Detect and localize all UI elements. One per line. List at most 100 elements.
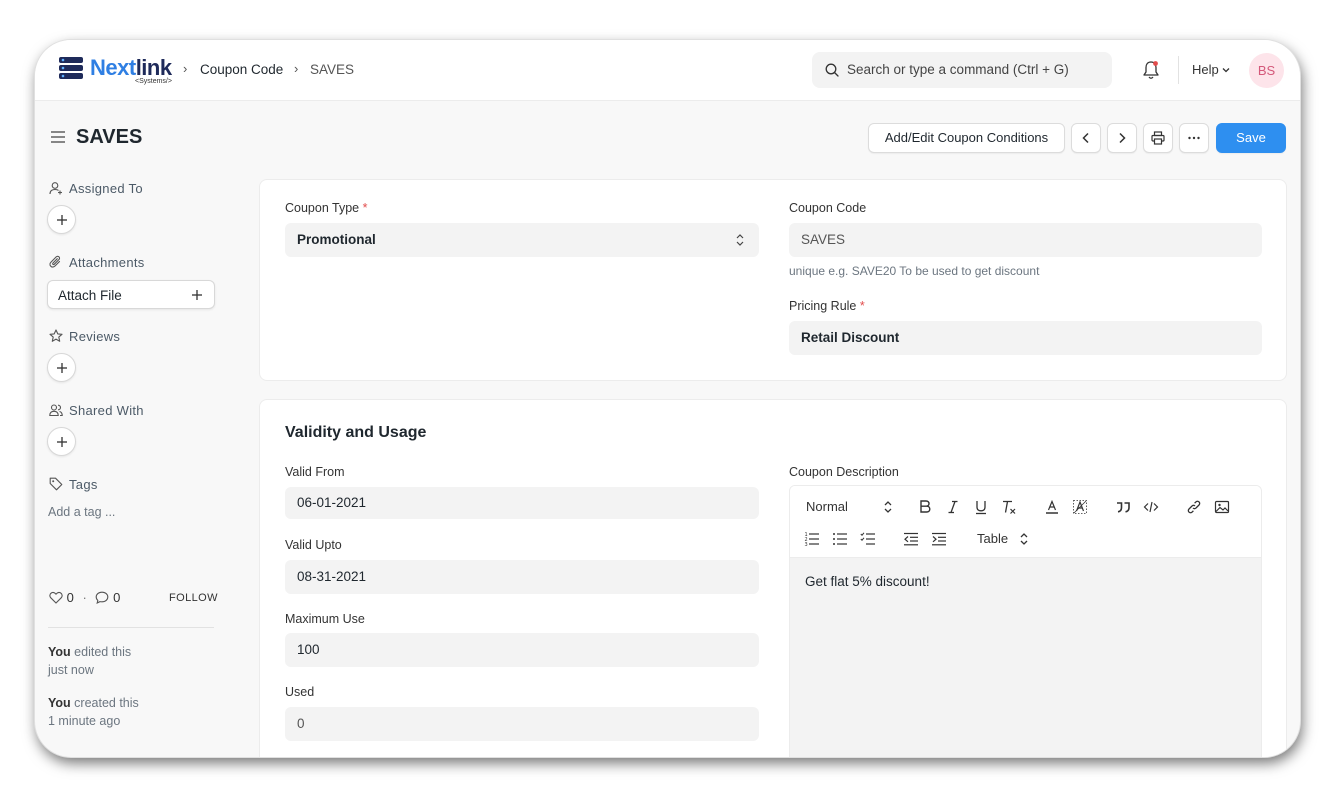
shared-with-label: Shared With <box>69 403 144 418</box>
description-text: Get flat 5% discount! <box>805 574 930 589</box>
help-menu[interactable]: Help <box>1192 62 1219 77</box>
chevron-down-icon[interactable] <box>1221 65 1231 75</box>
blockquote-icon[interactable] <box>1115 499 1131 515</box>
add-review-button[interactable] <box>47 353 76 382</box>
add-assignee-button[interactable] <box>47 205 76 234</box>
italic-icon[interactable] <box>945 499 961 515</box>
coupon-description-editor: Normal 1 2 3 Table Get flat 5% discount! <box>789 485 1262 757</box>
coupon-code-label: Coupon Code <box>789 201 867 215</box>
valid-upto-label: Valid Upto <box>285 538 342 552</box>
app-window: Nextlink <Systems/> › Coupon Code › SAVE… <box>35 40 1300 757</box>
valid-from-input[interactable]: 06-01-2021 <box>285 487 759 519</box>
star-icon <box>49 329 63 342</box>
plus-icon <box>192 290 202 300</box>
table-select[interactable]: Table <box>977 531 1008 546</box>
tag-icon <box>49 477 63 491</box>
background-color-icon[interactable] <box>1072 499 1088 515</box>
logo-subtitle: <Systems/> <box>135 78 172 85</box>
select-arrows-icon[interactable] <box>880 499 896 515</box>
print-button[interactable] <box>1143 123 1173 153</box>
notification-bell-icon[interactable] <box>1141 59 1161 81</box>
editor-content[interactable]: Get flat 5% discount! <box>790 558 1261 757</box>
search-bar[interactable]: Search or type a command (Ctrl + G) <box>812 52 1112 88</box>
page-title: SAVES <box>76 126 143 148</box>
clear-format-icon[interactable] <box>1001 499 1017 515</box>
hamburger-menu-icon[interactable] <box>50 130 66 144</box>
like-comment-counts: 0 · 0 <box>49 590 120 605</box>
chevron-left-icon <box>1082 132 1089 144</box>
attach-file-button[interactable]: Attach File <box>47 280 215 309</box>
save-button[interactable]: Save <box>1216 123 1286 153</box>
underline-icon[interactable] <box>973 499 989 515</box>
activity-edited: You edited this just now <box>48 645 132 677</box>
select-arrows-icon <box>736 234 744 246</box>
user-avatar[interactable]: BS <box>1249 53 1284 88</box>
add-share-button[interactable] <box>47 427 76 456</box>
valid-from-label: Valid From <box>285 465 345 479</box>
valid-upto-input[interactable]: 08-31-2021 <box>285 560 759 594</box>
previous-record-button[interactable] <box>1071 123 1101 153</box>
comment-count: 0 <box>113 590 121 605</box>
search-icon <box>825 63 839 77</box>
validity-usage-card: Validity and Usage Valid From 06-01-2021… <box>259 399 1287 757</box>
comment-icon[interactable] <box>95 591 109 605</box>
coupon-description-label: Coupon Description <box>789 465 899 479</box>
sidebar-divider <box>48 627 214 628</box>
pricing-rule-label: Pricing Rule * <box>789 299 865 313</box>
add-tag-input[interactable]: Add a tag ... <box>48 505 115 519</box>
image-icon[interactable] <box>1214 499 1230 515</box>
bullet-list-icon[interactable] <box>832 531 848 547</box>
assign-user-icon <box>49 182 62 195</box>
coupon-code-input[interactable]: SAVES <box>789 223 1262 257</box>
chevron-right-icon <box>1119 132 1126 144</box>
section-title: Validity and Usage <box>285 424 427 441</box>
code-icon[interactable] <box>1143 499 1159 515</box>
breadcrumb-current[interactable]: SAVES <box>310 62 354 77</box>
search-placeholder: Search or type a command (Ctrl + G) <box>847 62 1069 77</box>
activity-created: You created this 1 minute ago <box>48 696 139 728</box>
counts-separator: · <box>82 590 87 605</box>
heart-icon[interactable] <box>49 591 63 604</box>
navbar-divider <box>1178 56 1179 84</box>
maximum-use-label: Maximum Use <box>285 612 365 626</box>
coupon-type-select[interactable]: Promotional <box>285 223 759 257</box>
outdent-icon[interactable] <box>903 531 919 547</box>
assigned-to-label: Assigned To <box>69 181 143 196</box>
paperclip-icon <box>49 255 61 268</box>
coupon-type-label: Coupon Type * <box>285 201 368 215</box>
maximum-use-input[interactable]: 100 <box>285 633 759 667</box>
server-logo-icon <box>59 57 83 79</box>
like-count: 0 <box>66 590 74 605</box>
more-actions-button[interactable] <box>1179 123 1209 153</box>
pricing-rule-input[interactable]: Retail Discount <box>789 321 1262 355</box>
breadcrumb-separator-icon: › <box>183 61 188 76</box>
check-list-icon[interactable] <box>860 531 876 547</box>
ellipsis-icon <box>1188 136 1200 140</box>
indent-icon[interactable] <box>931 531 947 547</box>
coupon-details-card: Coupon Type * Promotional Coupon Code SA… <box>259 179 1287 381</box>
add-edit-coupon-conditions-button[interactable]: Add/Edit Coupon Conditions <box>868 123 1065 153</box>
select-arrows-icon[interactable] <box>1016 531 1032 547</box>
editor-toolbar: Normal 1 2 3 Table <box>790 486 1261 558</box>
breadcrumb-coupon-code[interactable]: Coupon Code <box>200 62 283 77</box>
plus-icon <box>57 363 67 373</box>
link-icon[interactable] <box>1186 499 1202 515</box>
users-icon <box>49 404 63 417</box>
top-navbar: Nextlink <Systems/> › Coupon Code › SAVE… <box>35 40 1300 101</box>
bold-icon[interactable] <box>917 499 933 515</box>
nextlink-logo[interactable]: Nextlink <Systems/> <box>57 53 179 87</box>
text-color-icon[interactable] <box>1044 499 1060 515</box>
next-record-button[interactable] <box>1107 123 1137 153</box>
used-input[interactable]: 0 <box>285 707 759 741</box>
format-select[interactable]: Normal <box>806 499 848 514</box>
attach-file-label: Attach File <box>58 288 122 303</box>
follow-button[interactable]: FOLLOW <box>169 592 218 604</box>
breadcrumb-separator-icon: › <box>294 61 299 76</box>
used-label: Used <box>285 685 315 699</box>
ordered-list-icon[interactable]: 123 <box>804 531 820 547</box>
reviews-label: Reviews <box>69 329 121 344</box>
printer-icon <box>1151 131 1165 145</box>
plus-icon <box>57 437 67 447</box>
attachments-label: Attachments <box>69 255 145 270</box>
tags-label: Tags <box>69 477 98 492</box>
